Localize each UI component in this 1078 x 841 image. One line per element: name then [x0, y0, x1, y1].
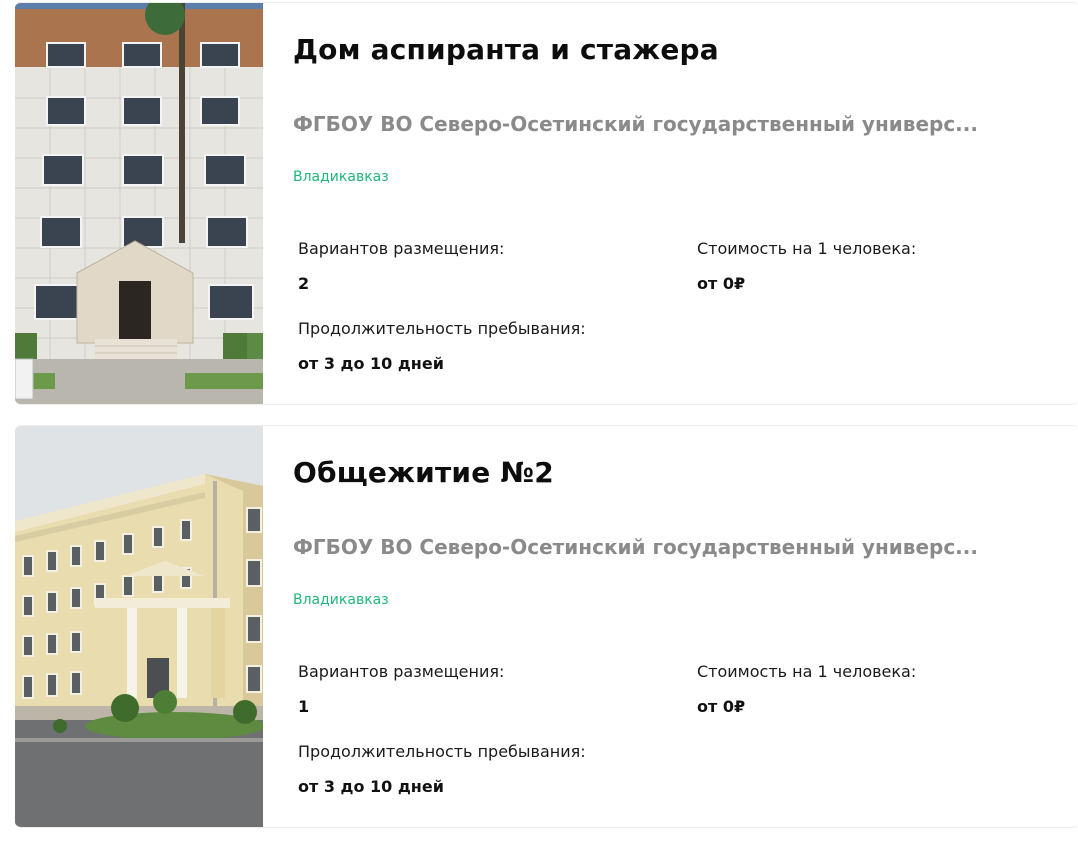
duration-value: от 3 до 10 дней — [298, 777, 444, 796]
building-photo[interactable] — [15, 426, 263, 827]
accommodation-card[interactable]: Дом аспиранта и стажера ФГБОУ ВО Северо-… — [15, 2, 1078, 405]
card-body: Общежитие №2 ФГБОУ ВО Северо-Осетинский … — [293, 426, 1078, 827]
placement-options-label: Вариантов размещения: — [298, 239, 505, 258]
cost-label: Стоимость на 1 человека: — [697, 662, 917, 681]
cost-value: от 0₽ — [697, 697, 746, 716]
cost-label: Стоимость на 1 человека: — [697, 239, 917, 258]
city-label: Владикавказ — [293, 592, 389, 608]
cost-value: от 0₽ — [697, 274, 746, 293]
accommodation-card[interactable]: Общежитие №2 ФГБОУ ВО Северо-Осетинский … — [15, 425, 1078, 828]
city-label: Владикавказ — [293, 169, 389, 185]
duration-value: от 3 до 10 дней — [298, 354, 444, 373]
organization-name: ФГБОУ ВО Северо-Осетинский государственн… — [293, 535, 978, 559]
duration-label: Продолжительность пребывания: — [298, 742, 586, 761]
placement-options-value: 1 — [298, 697, 310, 716]
placement-options-value: 2 — [298, 274, 310, 293]
placement-options-label: Вариантов размещения: — [298, 662, 505, 681]
duration-label: Продолжительность пребывания: — [298, 319, 586, 338]
accommodation-list: Дом аспиранта и стажера ФГБОУ ВО Северо-… — [0, 0, 1078, 841]
card-title[interactable]: Общежитие №2 — [293, 456, 554, 489]
card-body: Дом аспиранта и стажера ФГБОУ ВО Северо-… — [293, 3, 1078, 404]
organization-name: ФГБОУ ВО Северо-Осетинский государственн… — [293, 112, 978, 136]
building-photo[interactable] — [15, 3, 263, 404]
card-title[interactable]: Дом аспиранта и стажера — [293, 33, 719, 66]
